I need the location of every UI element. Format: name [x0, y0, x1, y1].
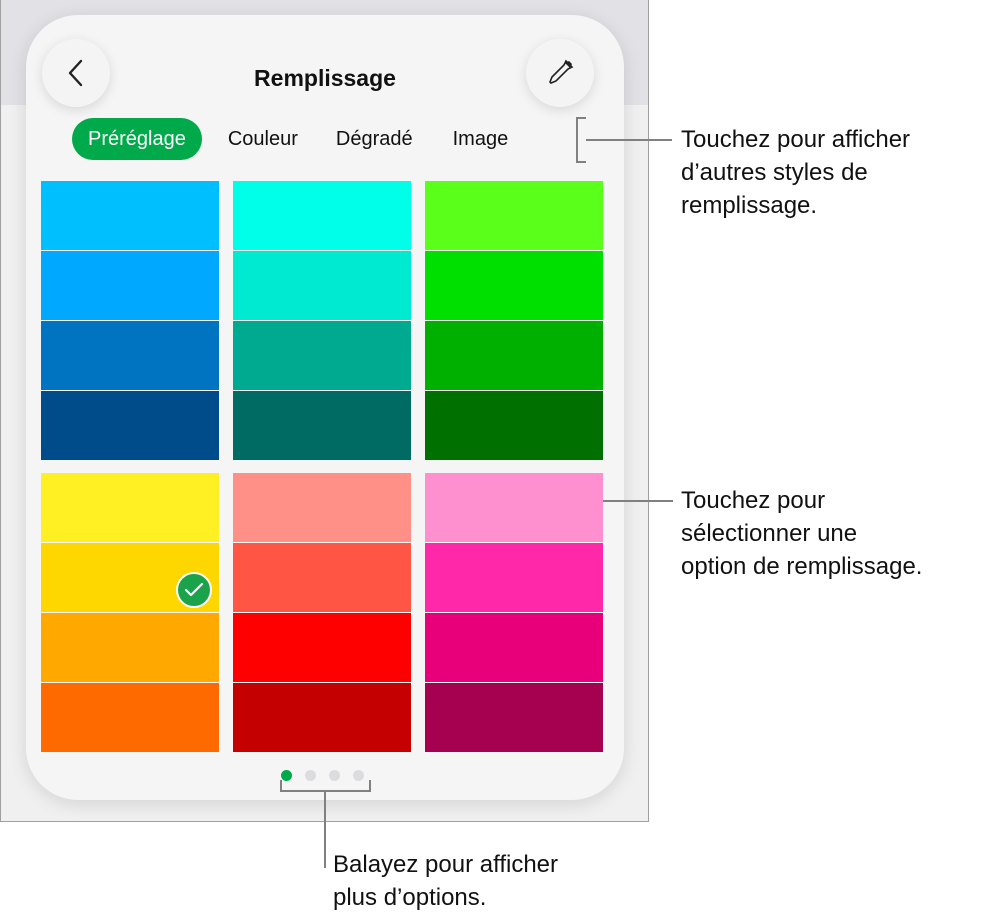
color-swatch[interactable] [41, 391, 219, 460]
callout-text: option de remplissage. [681, 550, 922, 583]
callout-text: remplissage. [681, 189, 910, 222]
page-dot[interactable] [281, 770, 292, 781]
color-swatch[interactable] [41, 683, 219, 752]
fill-type-tabs: Préréglage Couleur Dégradé Image [72, 118, 524, 160]
callout-swatch: Touchez pour sélectionner une option de … [681, 484, 922, 583]
color-swatch[interactable] [41, 473, 219, 542]
selected-checkmark-icon [176, 572, 212, 608]
color-swatch[interactable] [41, 181, 219, 250]
callout-bracket [576, 161, 586, 163]
callout-text: Balayez pour afficher [333, 848, 558, 881]
callout-line [603, 500, 673, 502]
color-swatch[interactable] [233, 181, 411, 250]
tab-color[interactable]: Couleur [212, 118, 314, 160]
fill-panel-frame: Remplissage Préréglage Couleur Dégradé I… [0, 0, 649, 822]
callout-text: d’autres styles de [681, 156, 910, 189]
color-swatch[interactable] [425, 613, 603, 682]
color-swatch[interactable] [425, 321, 603, 390]
color-swatch[interactable] [425, 391, 603, 460]
page-dot[interactable] [329, 770, 340, 781]
callout-line [324, 790, 326, 868]
callout-line [586, 139, 672, 141]
eyedropper-icon [545, 58, 575, 88]
color-swatch[interactable] [425, 473, 603, 542]
callout-tabs: Touchez pour afficher d’autres styles de… [681, 123, 910, 222]
callout-text: sélectionner une [681, 517, 922, 550]
callout-bracket [576, 117, 586, 119]
eyedropper-button[interactable] [526, 39, 594, 107]
color-swatch[interactable] [233, 683, 411, 752]
color-swatch[interactable] [233, 473, 411, 542]
page-indicator[interactable] [281, 770, 364, 781]
page-dot[interactable] [353, 770, 364, 781]
color-swatch[interactable] [425, 683, 603, 752]
tab-gradient[interactable]: Dégradé [320, 118, 429, 160]
color-swatch[interactable] [425, 251, 603, 320]
callout-text: plus d’options. [333, 881, 558, 914]
callout-text: Touchez pour [681, 484, 922, 517]
color-swatch[interactable] [41, 321, 219, 390]
color-swatch[interactable] [425, 543, 603, 612]
color-swatch[interactable] [233, 543, 411, 612]
callout-bracket [576, 117, 578, 163]
page-dot[interactable] [305, 770, 316, 781]
color-swatch[interactable] [233, 251, 411, 320]
tab-preset[interactable]: Préréglage [72, 118, 202, 160]
callout-text: Touchez pour afficher [681, 123, 910, 156]
color-swatch[interactable] [41, 251, 219, 320]
color-swatch[interactable] [233, 613, 411, 682]
color-swatch[interactable] [233, 391, 411, 460]
tab-image[interactable]: Image [437, 118, 525, 160]
color-swatch[interactable] [41, 613, 219, 682]
color-swatch[interactable] [233, 321, 411, 390]
color-swatch[interactable] [425, 181, 603, 250]
callout-pager: Balayez pour afficher plus d’options. [333, 848, 558, 914]
